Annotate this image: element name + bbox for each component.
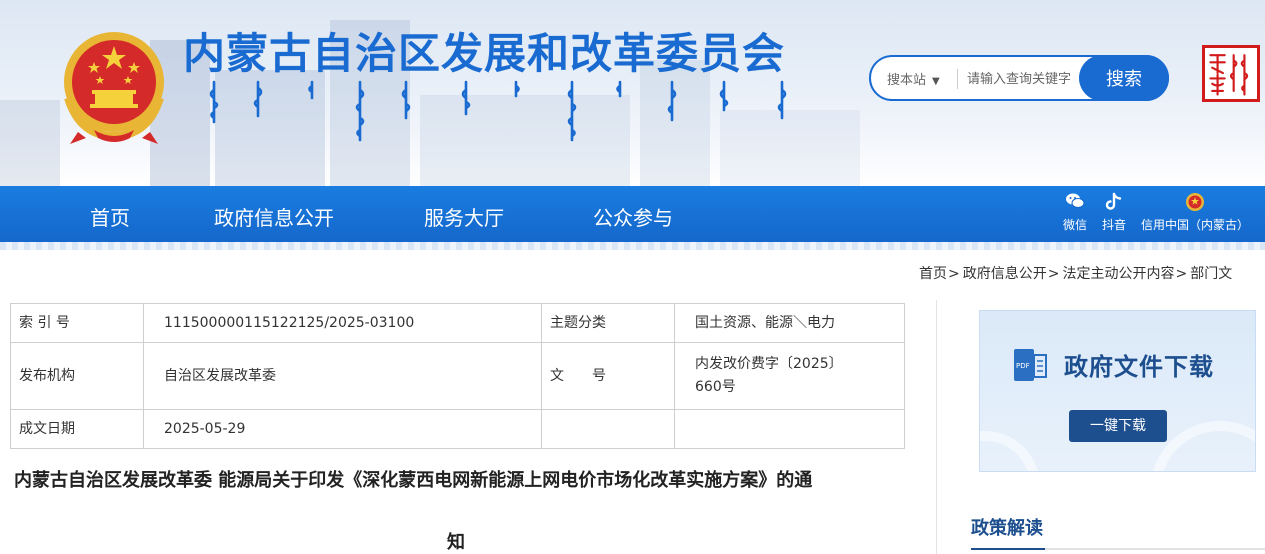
- meta-value-docno: 内发改价费字〔2025〕 660号: [674, 342, 905, 410]
- nav-tool-douyin[interactable]: 抖音: [1102, 192, 1126, 233]
- search-scope-dropdown[interactable]: 搜本站 ▼: [887, 69, 940, 88]
- nav-item-public-participation[interactable]: 公众参与: [593, 202, 673, 231]
- download-panel-title: 政府文件下载: [1064, 352, 1214, 381]
- search-button[interactable]: 搜索: [1079, 55, 1169, 101]
- gov-file-download-panel: PDF 政府文件下载 一键下载: [979, 310, 1256, 472]
- header-banner: 内蒙古自治区发展和改革委员会 搜本站 ▼ 搜索: [0, 0, 1265, 186]
- nav-item-service-hall[interactable]: 服务大厅: [424, 202, 504, 231]
- nav-tool-label: 抖音: [1102, 218, 1127, 232]
- banner-building: [0, 100, 60, 186]
- search-input[interactable]: [967, 67, 1077, 91]
- credit-china-icon: [1141, 192, 1249, 214]
- document-meta-table: 索 引 号 111500000115122125/2025-03100 主题分类…: [10, 303, 905, 449]
- chevron-down-icon: ▼: [932, 76, 940, 87]
- inner-mongolia-seal-icon: [1202, 45, 1260, 102]
- meta-label-docno: 文 号: [541, 342, 675, 410]
- meta-value-docno-line1: 内发改价费字〔2025〕: [695, 356, 843, 372]
- meta-label-issuer: 发布机构: [10, 342, 144, 410]
- meta-empty-cell: [541, 409, 675, 449]
- meta-value-index: 111500000115122125/2025-03100: [143, 303, 542, 343]
- meta-value-issuer: 自治区发展改革委: [143, 342, 542, 410]
- breadcrumb-separator: >: [1175, 266, 1188, 282]
- site-title: 内蒙古自治区发展和改革委员会: [183, 29, 786, 78]
- nav-tool-wechat[interactable]: 微信: [1063, 192, 1087, 233]
- meta-empty-cell: [674, 409, 905, 449]
- search-scope-label: 搜本站: [887, 73, 927, 88]
- nav-tool-label: 信用中国（内蒙古）: [1141, 218, 1250, 232]
- breadcrumb-separator: >: [1047, 266, 1060, 282]
- breadcrumb: 首页> 政府信息公开> 法定主动公开内容> 部门文: [919, 263, 1232, 283]
- main-nav: 首页 政府信息公开 服务大厅 公众参与 微信 抖音 信用中国（内蒙古）: [0, 186, 1265, 242]
- document-title: 内蒙古自治区发展改革委 能源局关于印发《深化蒙西电网新能源上网电价市场化改革实施…: [14, 470, 813, 491]
- svg-text:PDF: PDF: [1016, 362, 1030, 370]
- column-divider: [936, 300, 937, 554]
- breadcrumb-item-statutory[interactable]: 法定主动公开内容: [1062, 266, 1174, 282]
- panel-decoration: [980, 431, 1040, 471]
- policy-interpretation-heading[interactable]: 政策解读: [971, 514, 1043, 540]
- search-box: 搜本站 ▼ 搜索: [869, 55, 1169, 101]
- table-row: 发布机构 自治区发展改革委 文 号 内发改价费字〔2025〕 660号: [10, 342, 905, 410]
- breadcrumb-item-gov-info[interactable]: 政府信息公开: [963, 266, 1047, 282]
- nav-tool-label: 微信: [1063, 218, 1088, 232]
- breadcrumb-item-home[interactable]: 首页: [919, 266, 947, 282]
- breadcrumb-item-department[interactable]: 部门文: [1190, 266, 1232, 282]
- nav-item-gov-info[interactable]: 政府信息公开: [214, 202, 334, 231]
- document-title-continued: 知: [447, 532, 465, 553]
- meta-value-date: 2025-05-29: [143, 409, 542, 449]
- one-click-download-button[interactable]: 一键下载: [1069, 410, 1167, 442]
- meta-label-topic: 主题分类: [541, 303, 675, 343]
- breadcrumb-separator: >: [948, 266, 960, 282]
- nav-decorative-strip: [0, 242, 1265, 250]
- meta-value-docno-line2: 660号: [695, 379, 736, 395]
- table-row: 索 引 号 111500000115122125/2025-03100 主题分类…: [10, 303, 905, 343]
- meta-label-index: 索 引 号: [10, 303, 144, 343]
- nav-item-home[interactable]: 首页: [90, 202, 130, 231]
- pdf-document-icon: PDF: [1014, 349, 1047, 381]
- wechat-icon: [1063, 192, 1087, 214]
- meta-label-date: 成文日期: [10, 409, 144, 449]
- national-emblem-icon: [64, 32, 164, 144]
- policy-heading-underline: [971, 548, 1265, 550]
- douyin-icon: [1102, 192, 1126, 214]
- mongolian-script-title: [209, 80, 787, 142]
- nav-tool-credit-china[interactable]: 信用中国（内蒙古）: [1141, 192, 1249, 233]
- meta-value-topic: 国土资源、能源＼电力: [674, 303, 905, 343]
- search-divider: [957, 69, 958, 89]
- policy-heading-accent: [971, 548, 1045, 550]
- table-row: 成文日期 2025-05-29: [10, 409, 905, 449]
